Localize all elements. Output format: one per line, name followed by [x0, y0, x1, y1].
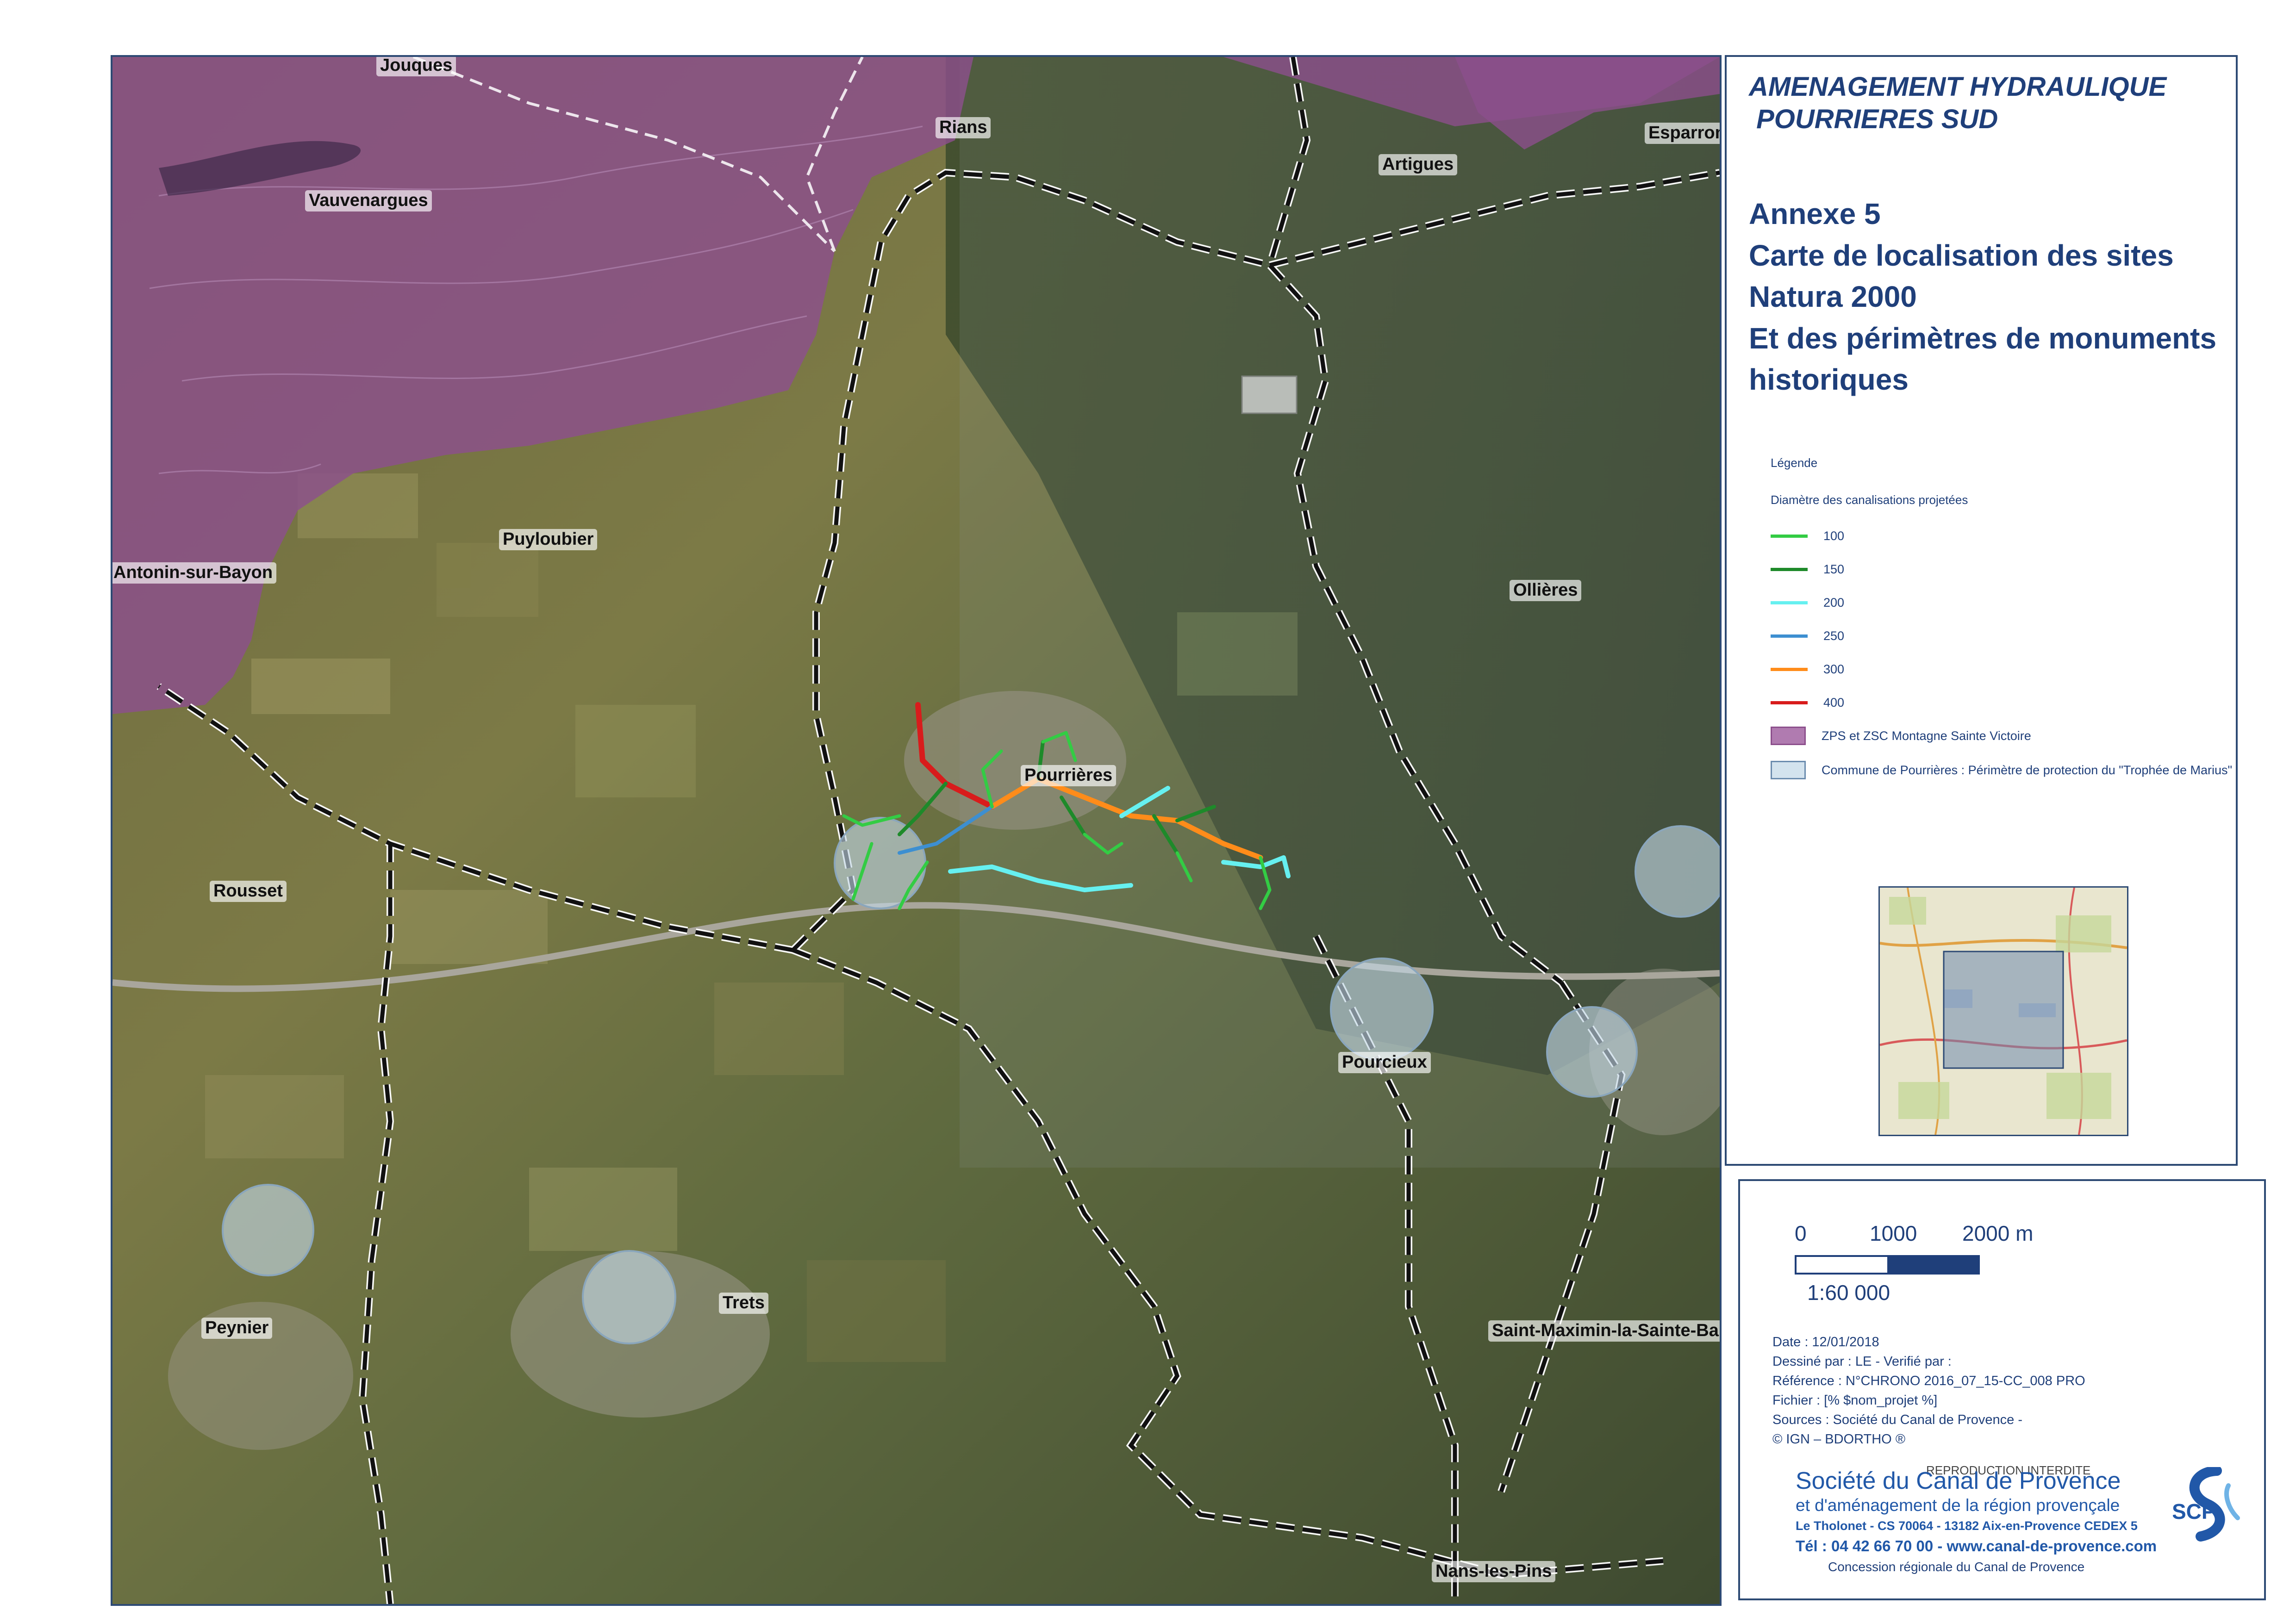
legend-line-swatch — [1771, 634, 1808, 638]
meta-sources: Sources : Société du Canal de Provence - — [1772, 1412, 2023, 1427]
solar-farm — [1241, 375, 1298, 414]
perimeter-circle — [582, 1250, 676, 1344]
company-name: Société du Canal de Provence — [1796, 1468, 2121, 1494]
perimeter-circle — [1635, 825, 1720, 918]
legend-line-swatch — [1771, 667, 1808, 671]
annex-line: historiques — [1749, 363, 1909, 397]
perimeter-circle — [1546, 1006, 1638, 1098]
place-label-saint-maximin: Saint-Maximin-la-Sainte-Bau — [1488, 1320, 1720, 1342]
project-title: AMENAGEMENT HYDRAULIQUE POURRIERES SUD — [1749, 71, 2166, 135]
project-title-line2: POURRIERES SUD — [1749, 104, 1998, 134]
concession-text: Concession régionale du Canal de Provenc… — [1828, 1560, 2085, 1574]
place-label-esparron: Esparron — [1645, 123, 1720, 144]
legend-label: 200 — [1823, 595, 1845, 609]
title-legend-panel: AMENAGEMENT HYDRAULIQUE POURRIERES SUD A… — [1725, 55, 2238, 1166]
inset-map-canvas — [1880, 888, 2127, 1135]
perimeter-circle — [834, 817, 926, 909]
meta-reference: Référence : N°CHRONO 2016_07_15-CC_008 P… — [1772, 1374, 2085, 1388]
meta-file: Fichier : [% $nom_projet %] — [1772, 1393, 1938, 1408]
legend-label: Commune de Pourrières : Périmètre de pro… — [1822, 763, 2233, 777]
scale-ratio: 1:60 000 — [1807, 1281, 1890, 1305]
company-subtitle: et d'aménagement de la région provençale — [1796, 1496, 2120, 1515]
scp-logo-icon: SCP — [2173, 1467, 2240, 1542]
town-pourrieres — [904, 691, 1126, 830]
legend-item-100: 100 — [1771, 524, 1844, 547]
legend-label: 100 — [1823, 529, 1845, 543]
place-label-rousset: Rousset — [210, 881, 287, 902]
annex-line: Carte de localisation des sites — [1749, 238, 2174, 272]
scale-label-2000: 2000 m — [1962, 1221, 2034, 1245]
annex-title: Annexe 5 Carte de localisation des sites… — [1749, 193, 2216, 401]
perimeter-circle — [1330, 958, 1434, 1061]
scale-bar-segment — [1887, 1257, 1978, 1273]
legend-item-protection: Commune de Pourrières : Périmètre de pro… — [1771, 759, 2232, 782]
scale-bar-segment — [1797, 1257, 1887, 1273]
legend-area-swatch — [1771, 761, 1806, 779]
annex-line: Et des périmètres de monuments — [1749, 321, 2217, 355]
scale-bar — [1795, 1255, 1980, 1275]
meta-ign: © IGN – BDORTHO ® — [1772, 1432, 1906, 1447]
place-label-trets: Trets — [719, 1293, 768, 1314]
project-title-line1: AMENAGEMENT HYDRAULIQUE — [1749, 72, 2167, 102]
place-label-rians: Rians — [936, 117, 991, 138]
scale-labels: 0 1000 2000 m — [1795, 1221, 2033, 1249]
place-label-nans: Nans-les-Pins — [1432, 1561, 1556, 1582]
legend-title: Légende — [1771, 456, 1818, 470]
legend-label: 300 — [1823, 662, 1845, 676]
place-label-puyloubier: Puyloubier — [499, 529, 598, 550]
legend-item-250: 250 — [1771, 624, 1844, 647]
scp-logo-text: SCP — [2173, 1499, 2216, 1524]
legend-line-swatch — [1771, 601, 1808, 604]
annex-line: Annexe 5 — [1749, 197, 1881, 230]
place-label-ollieres: Ollières — [1510, 580, 1582, 601]
legend-label: 150 — [1823, 562, 1845, 576]
legend-item-400: 400 — [1771, 691, 1844, 714]
scale-label-0: 0 — [1795, 1221, 1807, 1245]
perimeter-circle — [222, 1184, 314, 1276]
company-phone: Tél : 04 42 66 70 00 - www.canal-de-prov… — [1796, 1537, 2157, 1555]
cartouche-panel: 0 1000 2000 m 1:60 000 Date : 12/01/2018… — [1738, 1179, 2266, 1600]
meta-date: Date : 12/01/2018 — [1772, 1335, 1879, 1349]
legend-item-150: 150 — [1771, 558, 1844, 581]
place-label-peynier: Peynier — [201, 1318, 273, 1339]
annex-line: Natura 2000 — [1749, 280, 1917, 314]
legend-line-swatch — [1771, 567, 1808, 571]
inset-location-map — [1878, 886, 2128, 1136]
meta-author: Dessiné par : LE - Verifié par : — [1772, 1354, 1952, 1369]
map-canvas — [112, 57, 1720, 1604]
legend-line-swatch — [1771, 534, 1808, 538]
company-address: Le Tholonet - CS 70064 - 13182 Aix-en-Pr… — [1796, 1519, 2138, 1533]
legend-item-natura: ZPS et ZSC Montagne Sainte Victoire — [1771, 724, 2031, 747]
map-view[interactable]: Jouques Rians Artigues Esparron Vauvenar… — [111, 55, 1722, 1606]
legend-line-swatch — [1771, 701, 1808, 704]
legend-label: ZPS et ZSC Montagne Sainte Victoire — [1822, 728, 2031, 743]
place-label-antonin: Antonin-sur-Bayon — [112, 562, 277, 584]
place-label-pourrieres: Pourrières — [1021, 765, 1117, 786]
legend-label: 250 — [1823, 628, 1845, 643]
place-label-vauvenargues: Vauvenargues — [305, 190, 432, 211]
legend-item-300: 300 — [1771, 658, 1844, 681]
place-label-pourcieux: Pourcieux — [1338, 1052, 1431, 1073]
legend-item-200: 200 — [1771, 591, 1844, 614]
place-label-jouques: Jouques — [376, 57, 456, 76]
place-label-artigues: Artigues — [1379, 154, 1458, 175]
legend-label: 400 — [1823, 695, 1845, 709]
scale-label-1000: 1000 — [1870, 1221, 1917, 1245]
legend-area-swatch — [1771, 727, 1806, 745]
legend-subtitle: Diamètre des canalisations projetées — [1771, 493, 1968, 507]
